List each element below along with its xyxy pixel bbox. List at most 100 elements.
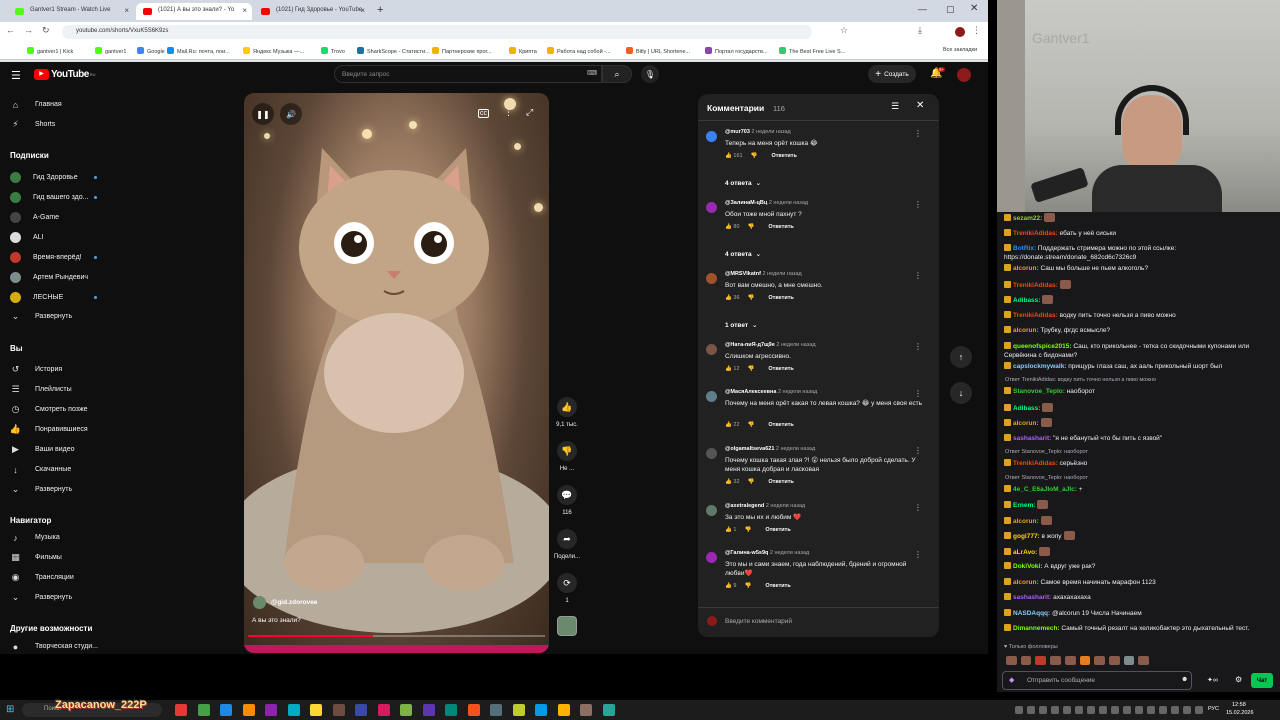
comment-input[interactable]: Введите комментарий	[725, 618, 792, 625]
chat-username[interactable]: 4e_C_E6aJIoM_aJIc:	[1013, 486, 1077, 493]
create-button[interactable]: + Создать	[868, 65, 916, 83]
tray-icon[interactable]	[1183, 706, 1191, 714]
taskbar-app-icon[interactable]	[287, 704, 300, 716]
taskbar-app-icon[interactable]	[512, 704, 525, 716]
url-field[interactable]: youtube.com/shorts/VxuK5S6K9zs	[62, 25, 812, 39]
share-button[interactable]: ➦	[557, 529, 577, 549]
keyboard-icon[interactable]: ⌨	[587, 69, 597, 77]
comment-dislike-icon[interactable]: 👎	[748, 366, 755, 372]
bookmark-item[interactable]: Партнерские прог...	[432, 47, 491, 55]
taskbar-app-icon[interactable]	[175, 704, 187, 716]
comment-author[interactable]: @МасяАлексеевна 2 недели назад	[725, 389, 817, 395]
sidebar-item-navigator[interactable]: ▦ Фильмы	[10, 552, 62, 563]
taskbar-app-icon[interactable]	[557, 704, 570, 716]
tray-icon[interactable]	[1123, 706, 1131, 714]
comment-author[interactable]: @ЗалинаМ-цВц 2 недели назад	[725, 200, 808, 206]
tray-icon[interactable]	[1195, 706, 1203, 714]
close-tab-icon[interactable]: ×	[360, 6, 365, 15]
taskbar-app-icon[interactable]	[490, 704, 502, 716]
tab-kick[interactable]: Gantver1 Stream - Watch Live ×	[8, 3, 134, 20]
reload-icon[interactable]: ↻	[42, 25, 50, 36]
emote[interactable]	[1138, 656, 1150, 665]
chat-send-button[interactable]: Чат	[1251, 673, 1273, 688]
emote[interactable]	[1050, 656, 1061, 665]
tab-youtube-channel[interactable]: (1021) Гид Здоровье - YouTube ×	[254, 3, 370, 20]
bookmark-item[interactable]: SharkScope - Статисти...	[357, 47, 430, 55]
sidebar-subscription[interactable]: ЛЕСНЫЕ	[10, 292, 63, 303]
bookmark-item[interactable]: Google	[137, 47, 165, 55]
new-tab-button[interactable]: +	[377, 4, 383, 16]
sidebar-item-you[interactable]: ◷ Смотреть позже	[10, 404, 88, 415]
comment-reply-button[interactable]: Ответить	[768, 366, 793, 372]
all-bookmarks-link[interactable]: Все закладки	[943, 47, 977, 53]
comment-reply-button[interactable]: Ответить	[768, 422, 793, 428]
chat-username[interactable]: alcorun:	[1013, 518, 1039, 525]
chat-username[interactable]: Adibass:	[1013, 297, 1040, 304]
bookmark-item[interactable]: gantver1	[95, 47, 126, 55]
comment-dislike-icon[interactable]: 👎	[748, 295, 755, 301]
channel-name[interactable]: @gid.zdorovee	[271, 599, 317, 606]
settings-gear-icon[interactable]: ⚙	[1235, 675, 1242, 684]
sidebar-subscription[interactable]: Время-вперёд!	[10, 252, 82, 263]
chat-username[interactable]: aLrAvo:	[1013, 549, 1037, 556]
chat-username[interactable]: TrenikiAdidas:	[1013, 282, 1058, 289]
sound-thumbnail[interactable]	[557, 616, 577, 636]
taskbar-date[interactable]: 15.02.2026	[1226, 710, 1254, 716]
chat-username[interactable]: Ernem:	[1013, 502, 1035, 509]
comment-reply-button[interactable]: Ответить	[765, 583, 790, 589]
chat-username[interactable]: sashasharit:	[1013, 594, 1051, 601]
windows-start-icon[interactable]: ⊞	[6, 704, 14, 715]
subscriptions-title[interactable]: Подписки	[10, 151, 49, 160]
sidebar-item-navigator[interactable]: ◉ Трансляции	[10, 572, 74, 583]
chat-username[interactable]: alcorun:	[1013, 327, 1039, 334]
taskbar-time[interactable]: 12:58	[1232, 702, 1246, 708]
tray-icon[interactable]	[1027, 706, 1035, 714]
close-window-icon[interactable]: ✕	[970, 3, 978, 14]
sidebar-item-you[interactable]: ⌄ Развернуть	[10, 484, 72, 495]
search-input[interactable]: Введите запрос	[342, 71, 390, 78]
tray-icon[interactable]	[1147, 706, 1155, 714]
comment-more-icon[interactable]: ⋮	[914, 446, 922, 455]
taskbar-app-icon[interactable]	[535, 704, 547, 716]
taskbar-app-icon[interactable]	[400, 704, 412, 716]
comment-more-icon[interactable]: ⋮	[914, 200, 922, 209]
close-tab-icon[interactable]: ×	[242, 6, 247, 15]
comment-reply-button[interactable]: Ответить	[768, 479, 793, 485]
back-icon[interactable]: ←	[6, 25, 15, 35]
comment-dislike-icon[interactable]: 👎	[744, 583, 751, 589]
taskbar-app-icon[interactable]	[242, 704, 255, 716]
comment-dislike-icon[interactable]: 👎	[748, 224, 755, 230]
comment-dislike-icon[interactable]: 👎	[748, 422, 755, 428]
sidebar-subscription[interactable]: Гид вашего здо...	[10, 192, 88, 203]
sidebar-item-navigator[interactable]: ⌄ Развернуть	[10, 592, 72, 603]
forward-icon[interactable]: →	[24, 25, 33, 35]
fullscreen-icon[interactable]: ⤢	[526, 107, 533, 118]
taskbar-app-icon[interactable]	[332, 704, 345, 716]
tray-icon[interactable]	[1051, 706, 1059, 714]
chat-username[interactable]: sezam22:	[1013, 215, 1042, 222]
emote[interactable]	[1123, 656, 1135, 665]
search-box[interactable]: Введите запрос ⌨	[334, 65, 602, 83]
remix-button[interactable]: ⟳	[557, 573, 577, 593]
comment-avatar[interactable]	[706, 448, 717, 459]
comment-avatar[interactable]	[706, 505, 717, 516]
search-button[interactable]: ⌕	[602, 65, 632, 83]
bookmark-item[interactable]: Mail.Ru: почта, пои...	[167, 47, 230, 55]
more-options-icon[interactable]: ⋮	[504, 107, 513, 118]
next-short-button[interactable]: ↓	[950, 382, 972, 404]
comments-button[interactable]: 💬	[557, 485, 577, 505]
bookmark-item[interactable]: Крипта	[509, 47, 537, 55]
bookmark-item[interactable]: Яндекс Музыка —...	[243, 47, 304, 55]
bookmark-item[interactable]: Портал государств...	[705, 47, 768, 55]
sidebar-item-you[interactable]: ↓ Скачанные	[10, 464, 71, 475]
close-tab-icon[interactable]: ×	[124, 6, 129, 15]
chat-username[interactable]: TrenikiAdidas:	[1013, 230, 1058, 237]
download-icon[interactable]: ⤓	[918, 25, 922, 36]
replies-toggle[interactable]: 4 ответа ⌄	[725, 179, 761, 187]
tray-icon[interactable]	[1171, 706, 1179, 714]
chat-username[interactable]: alcorun:	[1013, 420, 1039, 427]
voice-search-button[interactable]: 🎙	[641, 65, 659, 83]
sidebar-expand[interactable]: ⌄ Развернуть	[10, 311, 72, 322]
chat-username[interactable]: capslockmywalk:	[1013, 363, 1066, 370]
chat-username[interactable]: Dimannemech:	[1013, 625, 1060, 632]
